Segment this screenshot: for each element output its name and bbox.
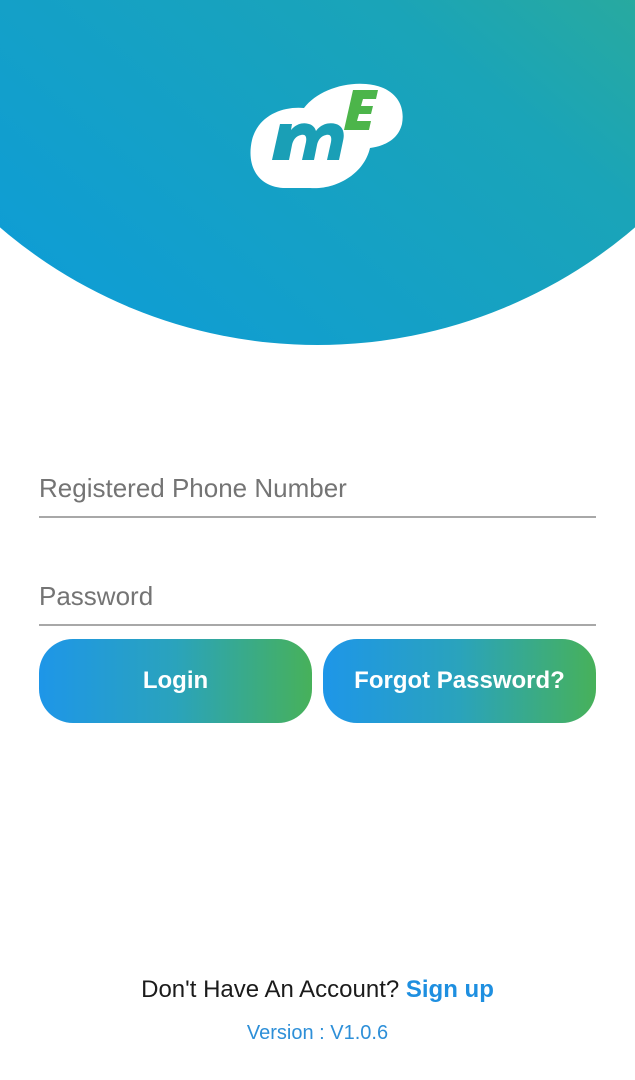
action-buttons: Login Forgot Password? — [39, 639, 596, 723]
password-input[interactable] — [39, 581, 596, 612]
login-button[interactable]: Login — [39, 639, 312, 723]
password-field — [39, 536, 596, 626]
phone-input[interactable] — [39, 473, 596, 504]
signup-link[interactable]: Sign up — [406, 976, 494, 1003]
signup-row: Don't Have An Account? Sign up — [0, 976, 635, 1004]
phone-field — [39, 428, 596, 518]
me-logo-icon — [250, 83, 403, 189]
signup-prompt: Don't Have An Account? — [141, 976, 406, 1003]
login-screen: Login Forgot Password? Don't Have An Acc… — [0, 0, 635, 1080]
forgot-password-button[interactable]: Forgot Password? — [323, 639, 596, 723]
version-label: Version : V1.0.6 — [246, 1022, 389, 1044]
login-form — [39, 428, 596, 626]
